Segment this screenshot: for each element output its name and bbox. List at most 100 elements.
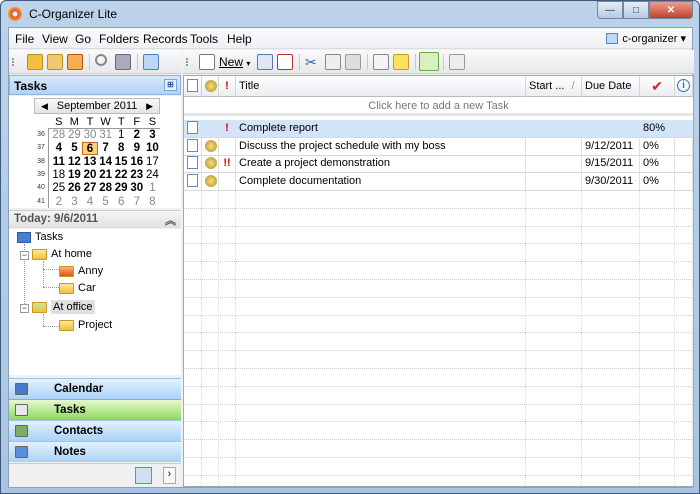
col-due-date[interactable]: Due Date <box>582 76 640 97</box>
today-bar[interactable]: Today: 9/6/2011 ︽ <box>9 210 181 228</box>
col-priority[interactable]: ! <box>219 76 236 97</box>
calendar-day[interactable]: 3 <box>145 129 161 142</box>
calendar-day[interactable]: 28 <box>98 182 114 195</box>
new-folder-icon[interactable] <box>27 54 43 70</box>
col-type[interactable] <box>184 76 202 97</box>
calendar-day[interactable]: 2 <box>51 196 67 209</box>
calendar-day[interactable]: 12 <box>67 156 83 169</box>
calendar-day[interactable]: 28 <box>51 129 67 142</box>
cut-icon[interactable]: ✂ <box>305 54 321 70</box>
collapse-at-home[interactable]: − <box>20 251 29 260</box>
note-icon[interactable] <box>393 54 409 70</box>
calendar-day[interactable]: 16 <box>129 156 145 169</box>
menu-tools[interactable]: Tools <box>190 32 218 46</box>
calendar-day[interactable]: 2 <box>129 129 145 142</box>
calendar-day[interactable]: 27 <box>82 182 98 195</box>
calendar-day[interactable]: 1 <box>145 182 161 195</box>
task-row[interactable]: Complete documentation 9/30/2011 0% <box>184 173 693 192</box>
calendar-day[interactable]: 13 <box>82 156 98 169</box>
calendar-day[interactable]: 10 <box>145 142 161 155</box>
search-icon[interactable] <box>95 54 107 66</box>
collapse-icon[interactable]: ︽ <box>165 212 176 228</box>
calendar-day[interactable]: 31 <box>98 129 114 142</box>
menu-records[interactable]: Records <box>143 32 188 46</box>
tree-node-car[interactable]: Car <box>59 282 96 294</box>
paste-icon[interactable] <box>345 54 361 70</box>
more-nav-button[interactable]: › <box>163 467 176 484</box>
calendar-day[interactable]: 22 <box>113 169 129 182</box>
calendar-day[interactable]: 3 <box>67 196 83 209</box>
menu-file[interactable]: File <box>15 32 34 46</box>
mark-complete-icon[interactable] <box>373 54 389 70</box>
calendar-day[interactable]: 15 <box>113 156 129 169</box>
toolbar-grip[interactable] <box>12 58 14 66</box>
calendar-day[interactable]: 4 <box>82 196 98 209</box>
col-info[interactable]: i <box>675 76 693 97</box>
nav-notes[interactable]: Notes <box>9 441 181 462</box>
calendar-day[interactable]: 24 <box>145 169 161 182</box>
show-completed-toggle[interactable] <box>419 52 439 71</box>
configure-nav-icon[interactable] <box>135 467 152 484</box>
calendar-day[interactable]: 11 <box>51 156 67 169</box>
add-new-task-row[interactable]: Click here to add a new Task <box>184 97 693 116</box>
account-selector[interactable]: c-organizer ▾ <box>606 32 686 45</box>
delete-folder-icon[interactable] <box>67 54 83 70</box>
task-row[interactable]: Discuss the project schedule with my bos… <box>184 137 693 156</box>
calendar-day[interactable]: 7 <box>129 196 145 209</box>
calendar-day[interactable]: 25 <box>51 182 67 195</box>
tree-node-at-home[interactable]: At home <box>32 248 92 260</box>
calendar-day[interactable]: 30 <box>82 129 98 142</box>
calendar-day-today[interactable]: 6 <box>82 142 98 156</box>
calendar-day[interactable]: 14 <box>98 156 114 169</box>
calendar-day[interactable]: 23 <box>129 169 145 182</box>
print-icon[interactable] <box>115 54 131 70</box>
tree-node-project[interactable]: Project <box>59 319 112 331</box>
calendar-day[interactable]: 8 <box>113 142 129 155</box>
nav-contacts[interactable]: Contacts <box>9 420 181 441</box>
calendar-day[interactable]: 8 <box>145 196 161 209</box>
calendar-day[interactable]: 29 <box>113 182 129 195</box>
calendar-view-icon[interactable] <box>143 54 159 70</box>
calendar-day[interactable]: 7 <box>98 142 114 155</box>
prev-month-button[interactable]: ◀ <box>41 99 48 113</box>
calendar-day[interactable]: 26 <box>67 182 83 195</box>
toolbar-grip[interactable] <box>186 58 188 66</box>
col-start[interactable]: Start ... / <box>526 76 582 97</box>
minimize-button[interactable]: — <box>597 1 623 19</box>
nav-calendar[interactable]: Calendar <box>9 378 181 399</box>
menu-view[interactable]: View <box>42 32 68 46</box>
calendar-day[interactable]: 19 <box>67 169 83 182</box>
tree-node-anny[interactable]: Anny <box>59 265 103 277</box>
calendar-day[interactable]: 4 <box>51 142 67 155</box>
calendar-day[interactable]: 29 <box>67 129 83 142</box>
menu-help[interactable]: Help <box>227 32 252 46</box>
new-task-icon[interactable] <box>199 54 215 70</box>
columns-icon[interactable] <box>449 54 465 70</box>
new-button[interactable]: New ▾ <box>219 55 250 69</box>
col-complete-checkmark-icon[interactable]: ✔ <box>640 76 675 97</box>
copy-icon[interactable] <box>325 54 341 70</box>
calendar-day[interactable]: 20 <box>82 169 98 182</box>
calendar-day[interactable]: 17 <box>145 156 161 169</box>
edit-folder-icon[interactable] <box>47 54 63 70</box>
col-reminder[interactable] <box>202 76 219 97</box>
edit-icon[interactable] <box>257 54 273 70</box>
next-month-button[interactable]: ▶ <box>146 99 153 113</box>
close-button[interactable]: ✕ <box>649 1 693 19</box>
menu-folders[interactable]: Folders <box>99 32 139 46</box>
calendar-day[interactable]: 9 <box>129 142 145 155</box>
task-row[interactable]: ! Complete report 80% <box>184 120 693 138</box>
menu-go[interactable]: Go <box>75 32 91 46</box>
nav-tasks[interactable]: Tasks <box>9 399 181 420</box>
col-title[interactable]: Title <box>236 76 526 97</box>
calendar-day[interactable]: 1 <box>113 129 129 142</box>
pin-icon[interactable]: ⊞ <box>164 79 177 91</box>
tree-node-at-office[interactable]: At office <box>32 300 95 314</box>
task-row[interactable]: !! Create a project demonstration 9/15/201… <box>184 155 693 174</box>
tree-node-tasks[interactable]: Tasks <box>17 231 63 243</box>
calendar-day[interactable]: 21 <box>98 169 114 182</box>
maximize-button[interactable]: □ <box>623 1 649 19</box>
calendar-day[interactable]: 18 <box>51 169 67 182</box>
calendar-day[interactable]: 5 <box>98 196 114 209</box>
collapse-at-office[interactable]: − <box>20 304 29 313</box>
